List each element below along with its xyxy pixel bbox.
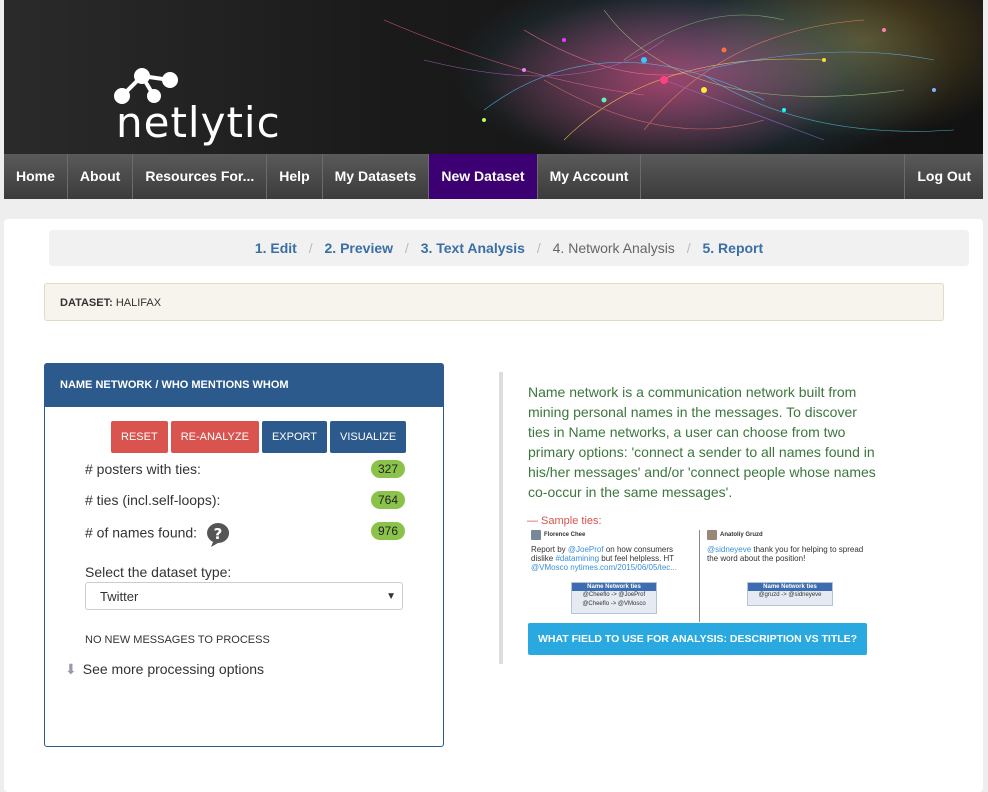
tweet-mention: @sidneyeve: [707, 545, 752, 554]
nav-home[interactable]: Home: [4, 154, 68, 199]
panel-title: NAME NETWORK / WHO MENTIONS WHOM: [45, 364, 443, 407]
reanalyze-button[interactable]: RE-ANALYZE: [170, 421, 259, 453]
stat-ties-badge: 764: [370, 491, 405, 509]
step-network-analysis: 4. Network Analysis: [552, 240, 675, 256]
step-text-analysis[interactable]: 3. Text Analysis: [421, 240, 525, 256]
tweet-link: nytimes.com/2015/06/05/tec...: [568, 563, 677, 572]
tweet-mention: @JoeProf: [567, 545, 604, 554]
sample-ties-illustration: Florence Chee Report by @JoeProf on how …: [531, 530, 871, 622]
ties-title: Name Network ties: [572, 583, 656, 591]
main-content: 1. Edit / 2. Preview / 3. Text Analysis …: [4, 219, 983, 792]
svg-text:?: ?: [214, 525, 223, 543]
nav-logout[interactable]: Log Out: [904, 154, 983, 199]
tweet-body: Report by @JoeProf on how consumers disl…: [531, 545, 691, 572]
logo-text: netlytic: [116, 98, 281, 147]
reset-button[interactable]: RESET: [111, 421, 168, 453]
avatar: [531, 530, 541, 540]
dataset-type-value: Twitter: [100, 589, 139, 604]
sample-ties-box: Name Network ties @gruzd -> @sidneyeve: [747, 582, 833, 606]
dataset-label: DATASET:: [60, 297, 113, 309]
nav-about[interactable]: About: [68, 154, 134, 199]
help-question-icon[interactable]: ?: [205, 521, 231, 547]
chevron-down-icon: ▼: [386, 591, 396, 602]
nav-my-datasets[interactable]: My Datasets: [323, 154, 430, 199]
step-report[interactable]: 5. Report: [702, 240, 763, 256]
sample-divider: [699, 530, 700, 622]
step-breadcrumb: 1. Edit / 2. Preview / 3. Text Analysis …: [49, 230, 969, 266]
tweet-mention: @VMosco: [531, 563, 569, 572]
tweet-text: but feel helpless. HT: [599, 554, 675, 563]
dataset-type-label: Select the dataset type:: [85, 564, 232, 580]
more-options-link[interactable]: ⬇ See more processing options: [65, 661, 264, 678]
step-separator: /: [536, 240, 541, 256]
action-buttons: RESET RE-ANALYZE EXPORT VISUALIZE: [111, 421, 407, 453]
visualize-button[interactable]: VISUALIZE: [329, 421, 407, 453]
tie-row: @Cheeflo -> @VMosco: [582, 601, 646, 607]
stat-ties-label: # ties (incl.self-loops):: [85, 492, 221, 508]
step-separator: /: [308, 240, 313, 256]
dataset-name: HALIFAX: [115, 297, 162, 309]
stat-posters-badge: 327: [370, 460, 405, 478]
main-navbar: Home About Resources For... Help My Data…: [4, 154, 983, 199]
stat-posters-label: # posters with ties:: [85, 461, 201, 477]
tie-row: @gruzd -> @sidneyeve: [758, 592, 822, 598]
arrow-down-icon: ⬇: [65, 661, 77, 677]
info-description: Name network is a communication network …: [528, 384, 876, 500]
sample-tweet-2: Anatoliy Gruzd @sidneyeve thank you for …: [707, 530, 867, 622]
avatar: [707, 530, 717, 540]
stat-names-badge: 976: [370, 522, 405, 540]
step-edit[interactable]: 1. Edit: [255, 240, 297, 256]
nav-new-dataset[interactable]: New Dataset: [429, 154, 538, 199]
info-panel: Name network is a communication network …: [499, 372, 883, 664]
tweet-body: @sidneyeve thank you for helping to spre…: [707, 545, 867, 563]
name-network-panel: NAME NETWORK / WHO MENTIONS WHOM RESET R…: [44, 363, 444, 747]
export-button[interactable]: EXPORT: [261, 421, 327, 453]
sample-ties-label: — Sample ties:: [527, 515, 602, 527]
tweet-author: Anatoliy Gruzd: [720, 532, 763, 538]
stat-names-row: # of names found: ?: [85, 521, 231, 547]
tie-row: @Cheeflo -> @JoeProf: [582, 592, 646, 598]
sample-ties-box: Name Network ties @Cheeflo -> @JoeProf @…: [571, 582, 657, 614]
dataset-type-select[interactable]: Twitter ▼: [85, 582, 403, 610]
step-separator: /: [686, 240, 691, 256]
step-preview[interactable]: 2. Preview: [325, 240, 394, 256]
tweet-hashtag: #datamining: [555, 554, 600, 563]
no-new-messages-text: NO NEW MESSAGES TO PROCESS: [85, 634, 270, 646]
nav-help[interactable]: Help: [267, 154, 323, 199]
nav-resources[interactable]: Resources For...: [133, 154, 268, 199]
more-options-label: See more processing options: [82, 661, 265, 677]
tweet-text: Report by: [531, 545, 568, 554]
nav-my-account[interactable]: My Account: [538, 154, 642, 199]
tweet-author: Florence Chee: [544, 532, 586, 538]
step-separator: /: [404, 240, 409, 256]
header-banner: netlytic: [4, 0, 983, 154]
field-analysis-help-button[interactable]: WHAT FIELD TO USE FOR ANALYSIS: DESCRIPT…: [528, 623, 868, 655]
ties-title: Name Network ties: [748, 583, 832, 591]
stat-names-label: # of names found:: [85, 524, 198, 541]
dataset-banner: DATASET: HALIFAX: [44, 283, 944, 321]
sample-tweet-1: Florence Chee Report by @JoeProf on how …: [531, 530, 691, 622]
